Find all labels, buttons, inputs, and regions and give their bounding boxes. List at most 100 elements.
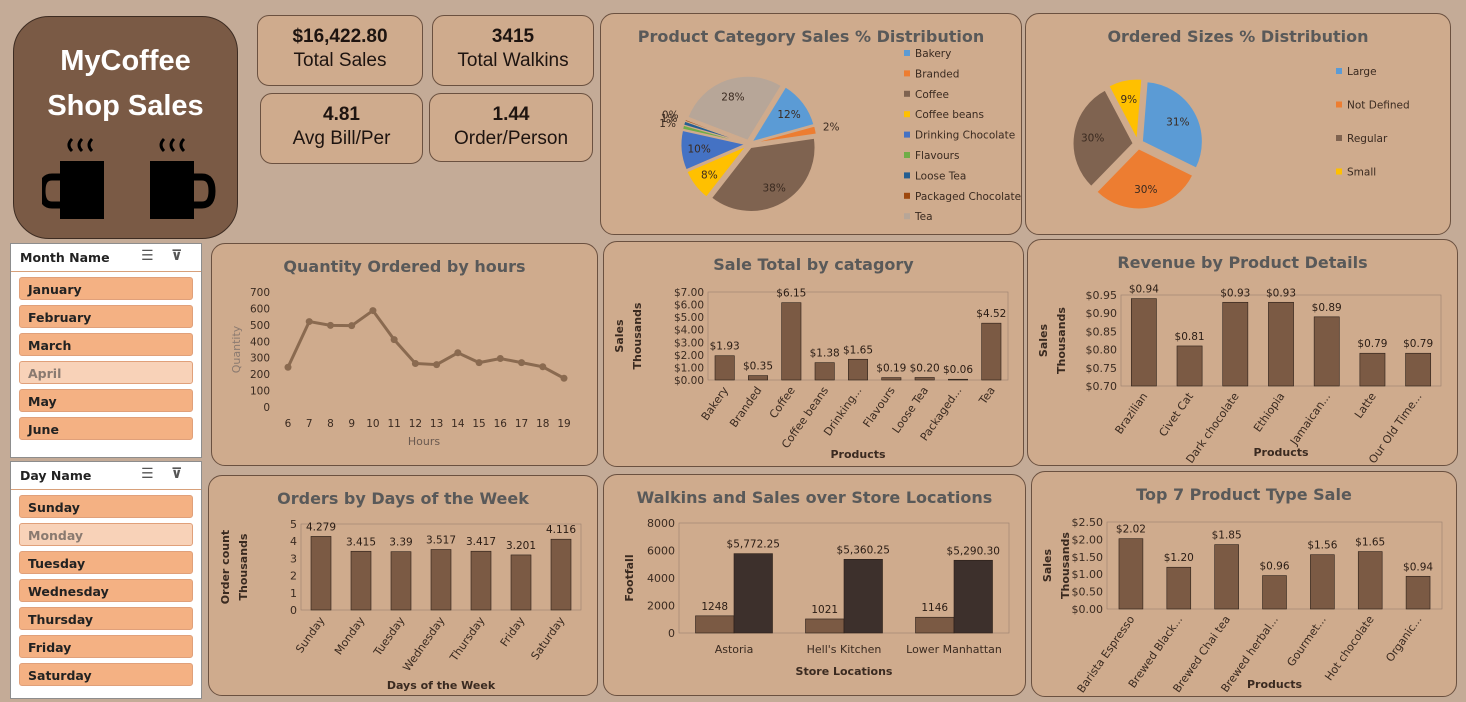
bar bbox=[390, 551, 412, 611]
bar bbox=[948, 378, 968, 381]
data-point bbox=[433, 361, 441, 369]
x-tick-label: Branded bbox=[727, 384, 764, 430]
x-tick-label: 18 bbox=[536, 418, 549, 430]
x-tick-label: Lower Manhattan bbox=[906, 643, 1002, 656]
x-tick-label: Jamaican... bbox=[1287, 390, 1333, 448]
data-label: $1.65 bbox=[843, 344, 873, 356]
x-tick-label: 17 bbox=[515, 418, 528, 430]
data-point bbox=[390, 336, 398, 344]
data-label: $1.65 bbox=[1355, 537, 1385, 549]
kpi-avg-bill: 4.81 Avg Bill/Per bbox=[260, 93, 423, 164]
x-tick-label: Hot chocolate bbox=[1322, 613, 1376, 683]
month-slicer: Month Name ☰ ⊽ January February March April… bbox=[10, 243, 202, 458]
bar bbox=[848, 358, 868, 381]
data-point bbox=[284, 363, 292, 371]
category-pie-chart: Product Category Sales % Distribution 12%… bbox=[638, 27, 1021, 223]
pie-data-label: 0% bbox=[662, 110, 679, 122]
slicer-item-march[interactable]: March bbox=[19, 333, 193, 356]
y-tick-label: $3.00 bbox=[674, 337, 704, 349]
x-axis-label: Products bbox=[1253, 446, 1309, 459]
y-tick-label: 4 bbox=[290, 535, 297, 548]
y-tick-label: $0.50 bbox=[1072, 586, 1104, 599]
x-tick-label: Ethiopia bbox=[1251, 390, 1287, 434]
bar bbox=[1222, 301, 1249, 387]
kpi-label: Avg Bill/Per bbox=[292, 128, 391, 149]
pie-data-label: 30% bbox=[1134, 184, 1157, 196]
multi-select-icon[interactable]: ☰ bbox=[141, 248, 154, 264]
y-axis-label: Sales bbox=[613, 319, 626, 353]
slicer-item-january[interactable]: January bbox=[19, 277, 193, 300]
y-tick-label: $2.50 bbox=[1072, 516, 1104, 529]
data-label: $0.93 bbox=[1220, 287, 1250, 299]
data-point bbox=[326, 321, 334, 329]
x-axis-label: Hours bbox=[408, 435, 440, 448]
legend-entry: Coffee bbox=[915, 89, 949, 101]
logo-title-line1: MyCoffee bbox=[60, 45, 191, 77]
clear-filter-icon[interactable]: ⊽ bbox=[171, 466, 182, 482]
data-point bbox=[518, 359, 526, 367]
slicer-item-thursday[interactable]: Thursday bbox=[19, 607, 193, 630]
top7-bar-panel: Top 7 Product Type Sale $0.00 $0.50 $1.00 $1… bbox=[1031, 471, 1457, 697]
chart-title: Sale Total by catagory bbox=[713, 255, 914, 274]
data-label: 1021 bbox=[811, 604, 838, 616]
top7-bar-chart: Top 7 Product Type Sale $0.00 $0.50 $1.00 $1… bbox=[1041, 485, 1443, 695]
x-tick-label: 12 bbox=[409, 418, 422, 430]
slicer-item-saturday[interactable]: Saturday bbox=[19, 663, 193, 686]
data-point bbox=[348, 322, 356, 330]
data-label: $0.94 bbox=[1129, 284, 1159, 296]
kpi-label: Order/Person bbox=[453, 128, 569, 149]
y-axis-unit-label: Thousands bbox=[631, 302, 644, 369]
y-tick-label: $0.70 bbox=[1086, 380, 1118, 393]
bar bbox=[310, 536, 332, 611]
legend-entry: Small bbox=[1347, 167, 1376, 179]
y-tick-label: $0.00 bbox=[674, 375, 704, 387]
data-point bbox=[496, 355, 504, 363]
slicer-item-april[interactable]: April bbox=[19, 361, 193, 384]
chart-title: Walkins and Sales over Store Locations bbox=[637, 488, 993, 507]
y-axis-label: Sales bbox=[1037, 323, 1050, 357]
x-tick-label: 19 bbox=[557, 418, 570, 430]
data-label: $5,360.25 bbox=[837, 544, 890, 556]
x-axis-label: Days of the Week bbox=[387, 679, 496, 692]
product-bar-panel: Revenue by Product Details $0.70 $0.75 $0.8… bbox=[1027, 239, 1458, 466]
legend-swatch bbox=[1336, 135, 1342, 141]
data-label: 3.417 bbox=[466, 536, 496, 548]
x-tick-label: 9 bbox=[348, 418, 355, 430]
kpi-value: 1.44 bbox=[492, 104, 530, 125]
slicer-item-friday[interactable]: Friday bbox=[19, 635, 193, 658]
y-tick-label: $1.00 bbox=[674, 362, 704, 374]
slicer-item-tuesday[interactable]: Tuesday bbox=[19, 551, 193, 574]
y-axis-label: Quantity bbox=[230, 325, 243, 373]
slicer-item-february[interactable]: February bbox=[19, 305, 193, 328]
month-slicer-title: Month Name bbox=[20, 250, 110, 265]
data-label: $0.94 bbox=[1403, 561, 1433, 573]
chart-title: Orders by Days of the Week bbox=[277, 489, 529, 508]
data-point bbox=[539, 363, 547, 371]
clear-filter-icon[interactable]: ⊽ bbox=[171, 248, 182, 264]
slicer-item-monday[interactable]: Monday bbox=[19, 523, 193, 546]
slicer-item-may[interactable]: May bbox=[19, 389, 193, 412]
data-label: $1.20 bbox=[1164, 552, 1194, 564]
y-tick-label: 2 bbox=[290, 570, 297, 583]
data-label: $0.19 bbox=[876, 363, 906, 375]
data-label: 1146 bbox=[921, 602, 948, 614]
bar bbox=[953, 559, 993, 634]
slicer-item-june[interactable]: June bbox=[19, 417, 193, 440]
slicer-item-sunday[interactable]: Sunday bbox=[19, 495, 193, 518]
hours-line-chart: Quantity Ordered by hours 0 100 200 300 400 50… bbox=[230, 257, 571, 448]
y-tick-label: $1.00 bbox=[1072, 568, 1104, 581]
x-tick-label: Saturday bbox=[528, 614, 567, 662]
x-tick-label: Hell's Kitchen bbox=[807, 643, 882, 656]
multi-select-icon[interactable]: ☰ bbox=[141, 466, 154, 482]
kpi-value: 3415 bbox=[491, 26, 535, 47]
x-tick-label: 14 bbox=[451, 418, 465, 430]
data-label: $5,290.30 bbox=[947, 545, 1000, 557]
y-tick-label: 700 bbox=[250, 287, 270, 299]
logo-title-line2: Shop Sales bbox=[47, 90, 204, 122]
y-axis-unit-label: Thousands bbox=[1055, 307, 1068, 374]
legend-swatch bbox=[904, 50, 910, 56]
category-bar-panel: Sale Total by catagory $0.00 $1.00 $2.00 $3.… bbox=[603, 241, 1024, 467]
slicer-item-wednesday[interactable]: Wednesday bbox=[19, 579, 193, 602]
legend-entry: Bakery bbox=[915, 48, 951, 60]
kpi-value: $16,422.80 bbox=[292, 26, 388, 47]
